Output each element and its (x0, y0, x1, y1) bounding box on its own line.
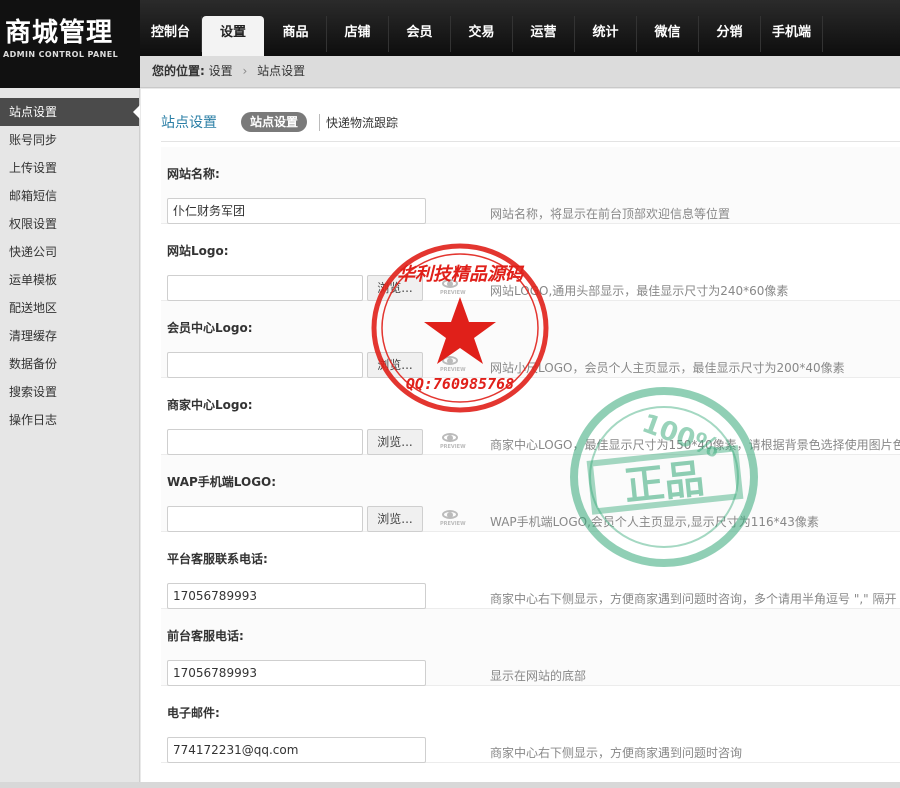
form-row-wap-logo: WAP手机端LOGO: 浏览... PREVIEW WAP手机端LOGO,会员个… (161, 455, 900, 532)
eye-pupil (447, 435, 453, 441)
eye-caption: PREVIEW (440, 444, 466, 450)
eye-pupil (447, 512, 453, 518)
seller-logo-browse-button[interactable]: 浏览... (367, 429, 423, 455)
site-name-hint: 网站名称，将显示在前台顶部欢迎信息等位置 (490, 207, 731, 221)
settings-form: 网站名称: 仆仁财务军团 网站名称，将显示在前台顶部欢迎信息等位置 网站Logo… (161, 147, 900, 763)
seller-logo-preview-icon[interactable]: PREVIEW (439, 430, 466, 452)
tab-site-settings[interactable]: 站点设置 (241, 112, 308, 132)
stamp-red-text: 华利技精品源码 (397, 264, 525, 285)
sidebar: 站点设置 账号同步 上传设置 邮箱短信 权限设置 快递公司 运单模板 配送地区 … (0, 88, 140, 788)
tab-divider (161, 141, 900, 142)
service-phone-hint: 商家中心右下侧显示，方便商家遇到问题时咨询，多个请用半角逗号 "," 隔开 (490, 592, 897, 606)
wap-logo-label: WAP手机端LOGO: (167, 475, 277, 489)
red-stamp-watermark: 华利技精品源码 QQ:760985768 (371, 243, 549, 413)
sidebar-item-delivery-area[interactable]: 配送地区 (0, 294, 139, 322)
main-panel: 站点设置 站点设置 快递物流跟踪 网站名称: 仆仁财务军团 网站名称，将显示在前… (141, 89, 900, 788)
stamp-red-qq: QQ:760985768 (406, 375, 514, 393)
service-phone-input[interactable]: 17056789993 (167, 583, 426, 609)
bottom-border (0, 782, 900, 788)
nav-item-distribution[interactable]: 分销 (699, 16, 762, 52)
top-nav: 控制台 设置 商品 店铺 会员 交易 运营 统计 微信 分销 手机端 (140, 16, 824, 56)
email-hint: 商家中心右下侧显示，方便商家遇到问题时咨询 (490, 746, 743, 760)
app-subtitle: ADMIN CONTROL PANEL (3, 50, 119, 59)
nav-item-operation[interactable]: 运营 (513, 16, 576, 52)
sidebar-item-waybill-template[interactable]: 运单模板 (0, 266, 139, 294)
breadcrumb-level2: 站点设置 (257, 64, 306, 78)
form-row-service-phone: 平台客服联系电话: 17056789993 商家中心右下侧显示，方便商家遇到问题… (161, 532, 900, 609)
nav-item-mobile[interactable]: 手机端 (761, 16, 824, 52)
member-logo-file-input[interactable] (167, 352, 363, 378)
sidebar-item-data-backup[interactable]: 数据备份 (0, 350, 139, 378)
nav-item-member[interactable]: 会员 (389, 16, 452, 52)
service-phone-label: 平台客服联系电话: (167, 552, 268, 566)
form-row-front-phone: 前台客服电话: 17056789993 显示在网站的底部 (161, 609, 900, 686)
member-logo-label: 会员中心Logo: (167, 321, 253, 335)
seller-logo-label: 商家中心Logo: (167, 398, 253, 412)
nav-item-settings[interactable]: 设置 (202, 16, 265, 56)
nav-item-console[interactable]: 控制台 (140, 16, 203, 52)
wap-logo-preview-icon[interactable]: PREVIEW (439, 507, 466, 529)
breadcrumb-prefix: 您的位置: (152, 64, 205, 78)
tab-express-tracking[interactable]: 快递物流跟踪 (319, 113, 398, 131)
sidebar-item-permissions[interactable]: 权限设置 (0, 210, 139, 238)
form-row-site-name: 网站名称: 仆仁财务军团 网站名称，将显示在前台顶部欢迎信息等位置 (161, 147, 900, 224)
seller-logo-file-input[interactable] (167, 429, 363, 455)
breadcrumb-level1[interactable]: 设置 (209, 64, 233, 78)
wap-logo-file-input[interactable] (167, 506, 363, 532)
front-phone-hint: 显示在网站的底部 (490, 669, 587, 683)
breadcrumb-separator: › (242, 64, 248, 78)
sidebar-item-account-sync[interactable]: 账号同步 (0, 126, 139, 154)
email-label: 电子邮件: (167, 706, 220, 720)
nav-item-wechat[interactable]: 微信 (637, 16, 700, 52)
green-stamp-watermark: 100% 正品 (570, 387, 758, 567)
form-row-email: 电子邮件: 774172231@qq.com 商家中心右下侧显示，方便商家遇到问… (161, 686, 900, 763)
app-title: 商城管理 (5, 18, 114, 48)
sidebar-item-express-company[interactable]: 快递公司 (0, 238, 139, 266)
front-phone-label: 前台客服电话: (167, 629, 244, 643)
sidebar-item-search-settings[interactable]: 搜索设置 (0, 378, 139, 406)
front-phone-input[interactable]: 17056789993 (167, 660, 426, 686)
stamp-green-text: 正品 (622, 456, 706, 510)
sidebar-item-site-settings[interactable]: 站点设置 (0, 98, 140, 126)
nav-item-store[interactable]: 店铺 (327, 16, 390, 52)
site-name-label: 网站名称: (167, 167, 220, 181)
nav-item-trade[interactable]: 交易 (451, 16, 514, 52)
sidebar-item-upload-settings[interactable]: 上传设置 (0, 154, 139, 182)
sidebar-item-email-sms[interactable]: 邮箱短信 (0, 182, 139, 210)
email-input[interactable]: 774172231@qq.com (167, 737, 426, 763)
site-name-input[interactable]: 仆仁财务军团 (167, 198, 426, 224)
site-logo-file-input[interactable] (167, 275, 363, 301)
breadcrumb: 您的位置: 设置 › 站点设置 (140, 56, 900, 88)
page-title: 站点设置 (161, 115, 217, 131)
sidebar-item-operation-log[interactable]: 操作日志 (0, 406, 139, 434)
site-logo-label: 网站Logo: (167, 244, 229, 258)
wap-logo-browse-button[interactable]: 浏览... (367, 506, 423, 532)
sidebar-item-clear-cache[interactable]: 清理缓存 (0, 322, 139, 350)
logo: 商城管理 ADMIN CONTROL PANEL (0, 0, 140, 88)
star-icon (424, 297, 496, 364)
nav-item-goods[interactable]: 商品 (265, 16, 328, 52)
eye-caption: PREVIEW (440, 521, 466, 527)
tab-bar: 站点设置 站点设置 快递物流跟踪 (161, 111, 398, 133)
nav-item-stats[interactable]: 统计 (575, 16, 638, 52)
